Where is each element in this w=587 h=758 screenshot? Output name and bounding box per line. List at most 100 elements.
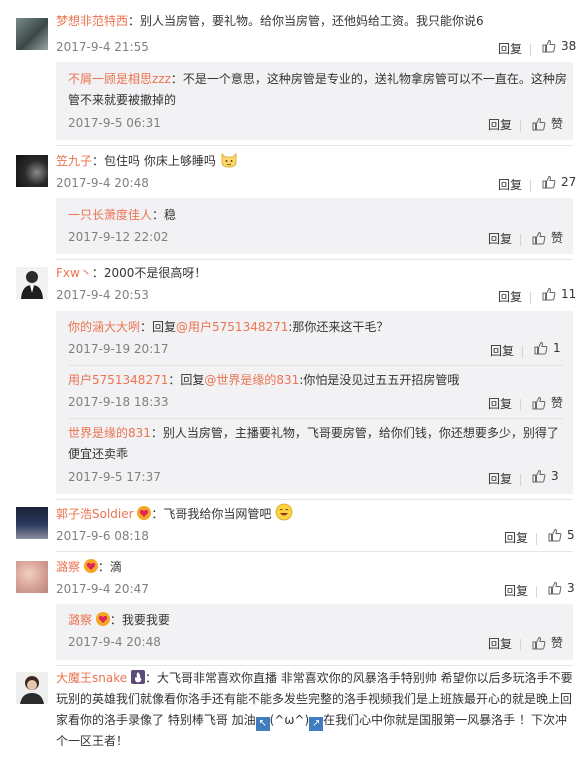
reply-button[interactable]: 回复 [488,635,512,652]
like-button[interactable]: 3 [532,469,559,483]
like-label: 赞 [551,117,564,131]
like-label: 赞 [551,231,564,245]
reply-thread: 潞察 ：我要我要 2017-9-4 20:48 回复 赞 [56,604,573,660]
avatar[interactable] [16,672,48,704]
username[interactable]: 郭子浩Soldier [56,507,134,521]
comment-body: ：飞哥我给你当网管吧 [151,507,272,521]
reply-body-continued: 便宜还卖乖 [68,447,129,461]
comment-body: ：包住吗 你床上够睡吗 [92,154,216,168]
reply-divider [68,418,563,419]
mention-link[interactable]: @世界是缘的831 [204,373,299,387]
timestamp: 2017-9-18 18:33 [68,395,169,409]
reply-body: :那你还来这干毛？ [288,320,389,334]
username[interactable]: 你的涵大大咧 [68,320,140,334]
like-button[interactable]: 5 [548,528,575,542]
separator [520,120,521,132]
reply-button[interactable]: 回复 [490,342,514,359]
reply-button[interactable]: 回复 [488,116,512,133]
comment-body: ：大飞哥非常喜欢你直播 非常喜欢你的风暴洛手特别帅 希望你以后多玩洛手不要 [144,671,573,685]
timestamp: 2017-9-5 06:31 [68,116,161,130]
avatar[interactable] [16,155,48,187]
username[interactable]: 用户5751348271 [68,373,168,387]
thumbs-up-icon [532,231,546,244]
like-button[interactable]: 赞 [532,634,563,651]
separator [530,44,531,56]
separator [520,399,521,411]
thumbs-up-icon [532,636,546,649]
comment-text: 潞察 ：滴 [56,557,122,578]
like-button[interactable]: 赞 [532,229,563,246]
username[interactable]: 潞察 [68,613,92,627]
reply-body-continued: 管不来就要被撤掉的 [68,93,177,107]
username[interactable]: 笠九子 [56,154,92,168]
like-button[interactable]: 1 [534,341,561,355]
reply-button[interactable]: 回复 [504,529,528,546]
thumbs-up-icon [532,396,546,409]
thumbs-up-icon [548,581,562,595]
reply-button[interactable]: 回复 [498,288,522,305]
username[interactable]: 大魔王snake [56,671,127,685]
username[interactable]: 梦想非范特西 [56,14,128,28]
reply-body: ：我要我要 [109,613,170,627]
avatar[interactable] [16,561,48,593]
username[interactable]: 不屑一顾是相思zzz [68,72,171,86]
like-button[interactable]: 11 [542,287,576,301]
comment-body: ：滴 [97,560,122,574]
comment-text: 郭子浩Soldier ：飞哥我给你当网管吧 [56,503,293,525]
reply-body: ：稳 [152,208,177,222]
timestamp: 2017-9-4 20:53 [56,288,149,302]
heart-badge-icon [137,506,152,520]
reply-text: 不屑一顾是相思zzz：不是一个意思，这种房管是专业的，送礼物拿房管可以不一直在。… [68,69,568,111]
timestamp: 2017-9-6 08:18 [56,529,149,543]
timestamp: 2017-9-12 22:02 [68,230,169,244]
reply-button[interactable]: 回复 [498,176,522,193]
reply-button[interactable]: 回复 [488,470,512,487]
reply-button[interactable]: 回复 [504,582,528,599]
avatar[interactable] [16,18,48,50]
like-button[interactable]: 38 [542,39,576,53]
separator [536,586,537,598]
reply-text: 一只长萧度佳人：稳 [68,205,176,226]
thumbs-up-icon [542,39,556,53]
username[interactable]: Fxw丶 [56,266,92,280]
like-button[interactable]: 3 [548,581,575,595]
thumbs-up-icon [548,528,562,542]
heart-badge-icon [95,612,110,626]
reply-thread: 一只长萧度佳人：稳 2017-9-12 22:02 回复 赞 [56,198,573,254]
comment-body-continued: 在我们心中你就是国服第一风暴洛手 ！下次冲 [323,713,567,727]
comment-text: 笠九子：包住吗 你床上够睡吗 [56,150,238,172]
like-label: 赞 [551,636,564,650]
username[interactable]: 潞察 [56,560,80,574]
timestamp: 2017-9-4 20:48 [56,176,149,190]
reply-button[interactable]: 回复 [488,230,512,247]
comment-body-continued: 个一区王者！ [56,734,129,748]
separator [520,234,521,246]
like-button[interactable]: 赞 [532,115,563,132]
like-label: 赞 [551,396,564,410]
like-button[interactable]: 赞 [532,394,563,411]
reply-button[interactable]: 回复 [498,40,522,57]
arrow-up-left-icon: ↖ [255,717,270,731]
reply-body: :你怕是没见过五五开招房管哦 [299,373,460,387]
comment-body: ：2000不是很高呀！ [91,266,207,280]
username[interactable]: 一只长萧度佳人 [68,208,152,222]
reply-body: ：别人当房管，主播要礼物，飞哥要房管，给你们钱，你还想要多少，别得了 [150,426,559,440]
person-avatar-icon [20,676,44,704]
reply-prefix: ：回复 [168,373,205,387]
comment-text: Fxw丶：2000不是很高呀！ [56,263,206,284]
like-count: 3 [567,581,575,595]
comment-divider [56,145,573,146]
laughing-emoji-icon [275,503,293,521]
reply-button[interactable]: 回复 [488,395,512,412]
comment-divider [56,665,573,666]
username[interactable]: 世界是缘的831 [68,426,151,440]
heart-badge-icon [83,559,98,573]
avatar[interactable] [16,507,48,539]
mention-link[interactable]: @用户5751348271 [176,320,288,334]
separator [520,474,521,486]
like-button[interactable]: 27 [542,175,576,189]
reply-text: 世界是缘的831：别人当房管，主播要礼物，飞哥要房管，给你们钱，你还想要多少，别… [68,423,568,465]
avatar[interactable] [16,267,48,299]
reply-thread: 不屑一顾是相思zzz：不是一个意思，这种房管是专业的，送礼物拿房管可以不一直在。… [56,62,573,140]
like-count: 27 [561,175,577,189]
